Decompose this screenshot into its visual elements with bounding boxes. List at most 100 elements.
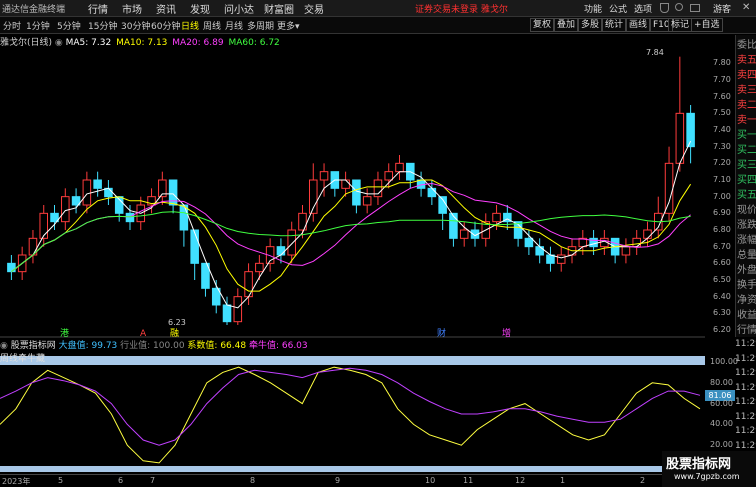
- period-more-label: 更多: [277, 22, 296, 32]
- user-icon[interactable]: [675, 3, 683, 11]
- high-price-label: 7.84: [646, 48, 664, 57]
- menu-xuanxiang[interactable]: 选项: [634, 2, 652, 15]
- period-30min[interactable]: 30分钟: [121, 19, 150, 32]
- period-15min[interactable]: 15分钟: [88, 19, 117, 32]
- candle-body: [632, 237, 641, 248]
- event-mark-cai: 财: [437, 327, 446, 338]
- candle-body: [395, 162, 404, 173]
- period-60min[interactable]: 60分钟: [151, 19, 180, 32]
- candle-body: [341, 179, 350, 189]
- price-tick: 6.80: [713, 225, 731, 234]
- event-mark-a: A: [140, 329, 147, 338]
- candlestick-chart[interactable]: 7.84 6.23 港 A 融 财 增: [0, 47, 705, 338]
- main-chart-header: 雅戈尔(日线) ◉ MA5: 7.32 MA10: 7.13 MA20: 6.8…: [0, 35, 280, 48]
- candle-body: [556, 254, 566, 264]
- candle-body: [93, 179, 102, 189]
- tool-diejia[interactable]: 叠加: [554, 18, 579, 32]
- quote-row: 买三: [737, 160, 756, 171]
- price-tick: 6.60: [713, 258, 731, 268]
- candle-body: [82, 179, 92, 206]
- period-monthly[interactable]: 月线: [225, 19, 243, 32]
- indicator-line-yellow: [0, 366, 701, 464]
- watermark-title: 股票指标网: [666, 457, 732, 472]
- menu-gongneng[interactable]: 功能: [584, 2, 602, 15]
- quote-row: 卖三: [737, 85, 756, 96]
- tick-time: 11:29: [735, 353, 756, 364]
- quote-row: 买五: [737, 190, 756, 201]
- indicator-name: 周线牵牛藏: [0, 354, 46, 364]
- date-tick: 2: [640, 476, 646, 485]
- menu-item-wenxiaoda[interactable]: 问小达: [224, 1, 264, 16]
- menu-gongshi[interactable]: 公式: [609, 2, 627, 15]
- menu-item-caifuquan[interactable]: 财富圈: [264, 1, 304, 16]
- tool-huaxian[interactable]: 画线: [626, 18, 651, 32]
- period-toolbar: 分时 1分钟 5分钟 15分钟 30分钟 60分钟 日线 周线 月线 多周期 更…: [0, 17, 756, 34]
- price-tick: 7.10: [713, 175, 731, 184]
- shield-icon[interactable]: [660, 3, 669, 13]
- menu-item-hangqing[interactable]: 行情: [88, 1, 122, 16]
- tool-fuquan[interactable]: 复权: [530, 18, 555, 32]
- menu-item-shichang[interactable]: 市场: [122, 1, 156, 16]
- ma-line-ma10: [11, 179, 692, 292]
- ma-line-ma60: [11, 211, 691, 273]
- candle-body: [535, 246, 544, 256]
- indicator-tick: 40.00: [710, 419, 733, 429]
- price-tick: 7.00: [713, 191, 731, 201]
- quote-side-panel: 委比 卖五 卖四 卖三 卖二 卖一 买一 买二 买三 买四 买五 现价 涨跌 涨幅 总量 外盘 换手 净资 收益 行情: [735, 35, 756, 337]
- quote-row: 外盘: [737, 265, 756, 276]
- tool-add-watchlist[interactable]: +自选: [691, 18, 723, 32]
- tool-biaoji[interactable]: 标记: [668, 18, 693, 32]
- menu-item-faxian[interactable]: 发现: [190, 1, 224, 16]
- price-tick: 7.80: [713, 58, 731, 68]
- tick-time: 11:29: [735, 440, 756, 451]
- quote-row: 卖四: [737, 70, 756, 81]
- quote-row: 委比: [737, 40, 756, 51]
- date-tick: 7: [150, 476, 156, 485]
- candle-body: [222, 304, 232, 323]
- candle-body: [61, 196, 70, 223]
- guest-label[interactable]: 游客: [713, 2, 731, 15]
- quote-row: 行情: [737, 325, 756, 336]
- tool-tongji[interactable]: 统计: [602, 18, 627, 32]
- period-multi[interactable]: 多周期: [247, 19, 274, 32]
- candle-body: [427, 187, 437, 198]
- price-tick: 7.60: [713, 91, 731, 101]
- indicator-tick: 60.00: [710, 398, 733, 408]
- period-1min[interactable]: 1分钟: [26, 19, 50, 32]
- date-tick: 5: [58, 476, 64, 485]
- menu-item-zixun[interactable]: 资讯: [156, 1, 190, 16]
- trade-notice-text: 证券交易未登录: [415, 5, 479, 15]
- quote-row: 涨跌: [737, 220, 756, 231]
- trade-notice[interactable]: 证券交易未登录 雅戈尔: [415, 2, 508, 15]
- tick-time: 11:29: [735, 382, 756, 393]
- price-tick: 7.70: [713, 75, 731, 84]
- period-daily[interactable]: 日线: [181, 19, 199, 32]
- date-tick: 10: [425, 476, 436, 485]
- candle-body: [643, 229, 652, 239]
- price-tick: 6.20: [713, 325, 731, 334]
- candle-body: [287, 229, 296, 256]
- tool-duogu[interactable]: 多股: [578, 18, 603, 32]
- watermark-url: www.7gpzb.com: [674, 472, 740, 481]
- ma-line-ma20: [11, 182, 691, 273]
- tick-time: 11:29: [735, 368, 756, 378]
- period-more[interactable]: 更多▾: [277, 19, 300, 32]
- candle-body: [621, 246, 631, 256]
- menu-item-jiaoyi[interactable]: 交易: [304, 1, 338, 16]
- indicator-header: ◉ 股票指标网 大盘值: 99.73 行业值: 100.00 系数值: 66.4…: [0, 338, 705, 351]
- candle-body: [7, 262, 16, 273]
- candle-body: [664, 162, 674, 214]
- quote-row: 买一: [737, 130, 756, 141]
- close-icon[interactable]: ✕: [742, 2, 750, 13]
- quote-row: 卖五: [737, 55, 756, 66]
- quote-row: 买四: [737, 175, 756, 186]
- period-fenshi[interactable]: 分时: [3, 19, 21, 32]
- chevron-down-icon: ▾: [295, 22, 300, 32]
- period-5min[interactable]: 5分钟: [57, 19, 81, 32]
- date-tick: 2023年: [2, 477, 31, 486]
- period-weekly[interactable]: 周线: [203, 19, 221, 32]
- indicator-chart[interactable]: [0, 350, 705, 474]
- date-tick: 11: [463, 476, 474, 485]
- price-tick: 7.20: [713, 158, 731, 168]
- mail-icon[interactable]: [690, 4, 700, 12]
